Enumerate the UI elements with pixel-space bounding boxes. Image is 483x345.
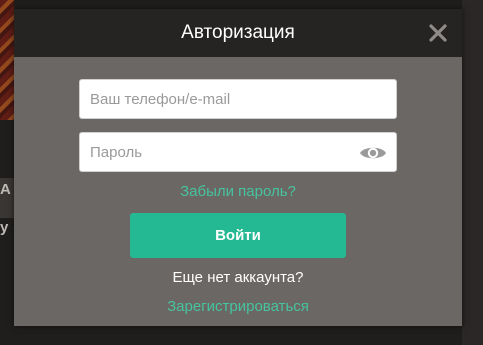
background-text-fragment: А (0, 181, 11, 198)
login-button[interactable]: Войти (130, 213, 346, 258)
background-side-panel (462, 0, 483, 345)
modal-title: Авторизация (181, 22, 295, 43)
background-image-fragment (0, 0, 14, 120)
login-input[interactable] (80, 80, 396, 118)
no-account-text: Еще нет аккаунта? (172, 269, 304, 286)
password-field-wrapper (79, 132, 397, 172)
close-icon (429, 24, 447, 42)
password-input[interactable] (80, 133, 396, 171)
auth-modal: Авторизация Забыли пароль? Войти Еще нет… (14, 9, 462, 326)
close-button[interactable] (426, 21, 450, 45)
login-field-wrapper (79, 79, 397, 119)
modal-header: Авторизация (14, 9, 462, 57)
eye-icon (360, 147, 386, 159)
background-text-fragment: у (0, 219, 9, 236)
forgot-password-link[interactable]: Забыли пароль? (14, 183, 462, 200)
show-password-button[interactable] (358, 142, 388, 164)
register-link[interactable]: Зарегистрироваться (14, 298, 462, 315)
